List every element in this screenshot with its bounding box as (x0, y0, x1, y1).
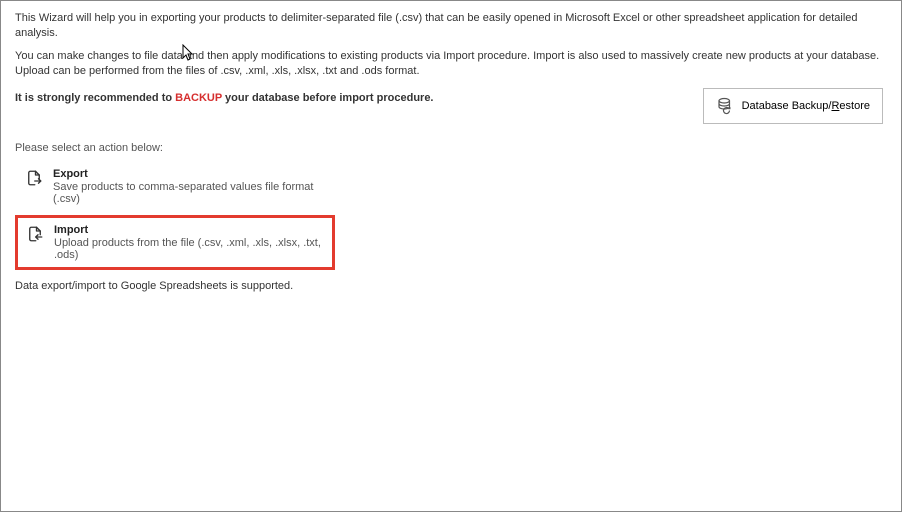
export-icon (25, 169, 43, 187)
backup-text-pre: It is strongly recommended to (15, 92, 175, 104)
backup-restore-icon (716, 97, 734, 115)
backup-btn-post: estore (839, 100, 870, 112)
intro-paragraph-2: You can make changes to file data and th… (15, 49, 887, 79)
action-options: Export Save products to comma-separated … (15, 160, 887, 270)
intro-paragraph-1: This Wizard will help you in exporting y… (15, 11, 887, 41)
backup-word: BACKUP (175, 92, 222, 104)
export-title: Export (53, 168, 325, 180)
import-subtitle: Upload products from the file (.csv, .xm… (54, 237, 324, 261)
footer-note: Data export/import to Google Spreadsheet… (15, 280, 887, 292)
import-option[interactable]: Import Upload products from the file (.c… (15, 215, 335, 270)
import-icon (26, 225, 44, 243)
backup-btn-pre: Database Backup/ (742, 100, 832, 112)
backup-text-post: your database before import procedure. (222, 92, 434, 104)
backup-button-label: Database Backup/Restore (742, 100, 870, 112)
backup-recommendation: It is strongly recommended to BACKUP you… (15, 88, 434, 104)
select-action-label: Please select an action below: (15, 142, 887, 154)
export-subtitle: Save products to comma-separated values … (53, 181, 325, 205)
import-title: Import (54, 224, 324, 236)
database-backup-restore-button[interactable]: Database Backup/Restore (703, 88, 883, 124)
export-option[interactable]: Export Save products to comma-separated … (15, 160, 335, 213)
